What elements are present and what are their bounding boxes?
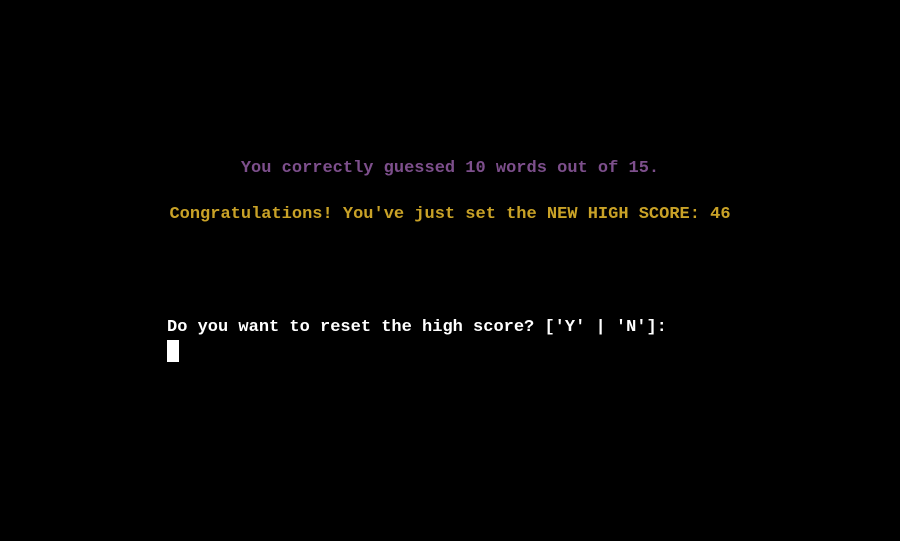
result-message: You correctly guessed 10 words out of 15…: [240, 159, 660, 178]
reset-prompt-block: Do you want to reset the high score? ['Y…: [167, 317, 667, 362]
terminal-window: You correctly guessed 10 words out of 15…: [0, 0, 900, 541]
terminal-input-cursor[interactable]: [167, 340, 179, 362]
high-score-message: Congratulations! You've just set the NEW…: [169, 205, 731, 224]
reset-high-score-prompt: Do you want to reset the high score? ['Y…: [167, 318, 667, 337]
